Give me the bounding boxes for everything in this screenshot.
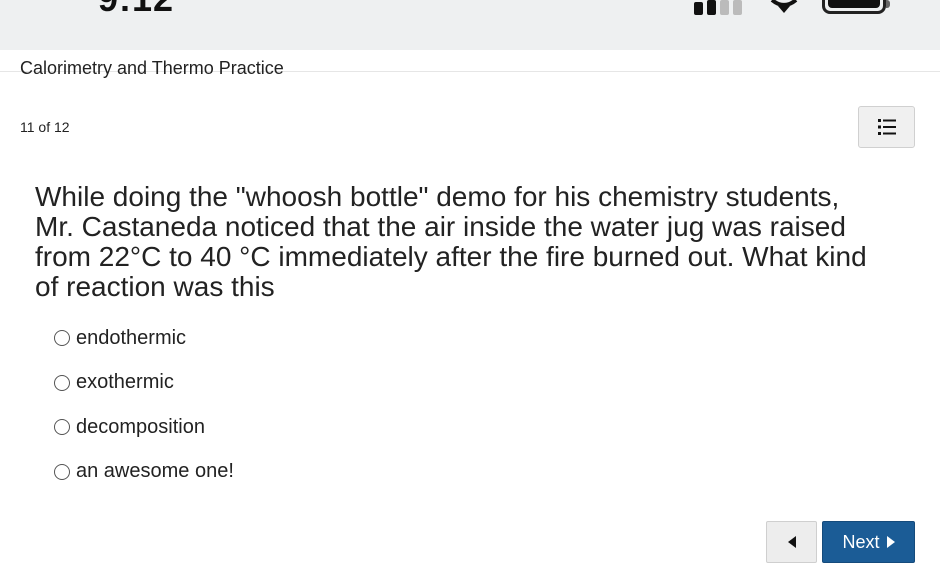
question-list-button[interactable] [858, 106, 915, 148]
list-icon [877, 119, 896, 135]
caret-right-icon [886, 536, 895, 548]
wifi-icon [770, 0, 798, 13]
option-exothermic[interactable]: exothermic [54, 371, 234, 394]
option-label: endothermic [76, 326, 187, 349]
option-label: exothermic [76, 371, 174, 393]
question-text: While doing the "whoosh bottle" demo for… [35, 181, 867, 302]
caret-left-icon [787, 536, 796, 548]
option-awesome[interactable]: an awesome one! [54, 460, 234, 483]
next-button[interactable]: Next [822, 521, 915, 563]
option-endothermic[interactable]: endothermic [54, 327, 234, 349]
previous-button[interactable] [766, 521, 817, 563]
status-bar: 9:12 [0, 0, 940, 50]
answer-options: endothermic exothermic decomposition an … [54, 327, 234, 505]
radio-button[interactable] [54, 419, 70, 435]
status-time: 9:12 [98, 0, 174, 20]
cellular-signal-icon [694, 0, 744, 15]
option-label: an awesome one! [76, 460, 234, 482]
battery-tip [886, 0, 890, 8]
battery-icon [822, 0, 886, 14]
radio-button[interactable] [54, 330, 70, 346]
option-decomposition[interactable]: decomposition [54, 416, 234, 438]
radio-button[interactable] [54, 374, 70, 391]
next-button-label: Next [842, 531, 880, 552]
question-progress: 11 of 12 [20, 119, 70, 135]
radio-button[interactable] [54, 463, 70, 480]
option-label: decomposition [76, 415, 205, 438]
quiz-title: Calorimetry and Thermo Practice [20, 58, 284, 78]
